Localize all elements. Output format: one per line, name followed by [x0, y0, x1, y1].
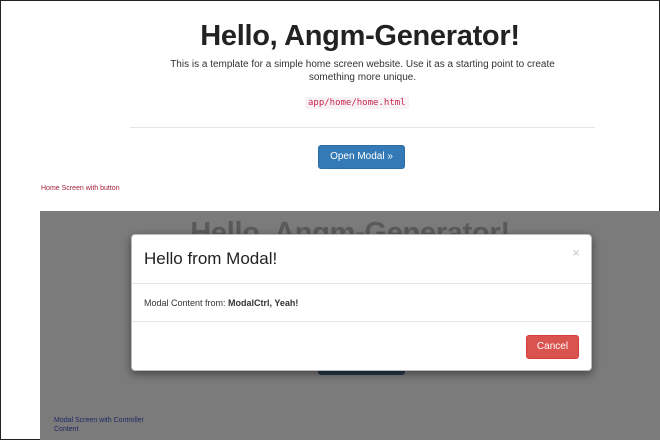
open-modal-button[interactable]: Open Modal » — [318, 145, 405, 169]
code-path: app/home/home.html — [305, 97, 409, 109]
home-screen: Hello, Angm-Generator! This is a templat… — [0, 0, 660, 210]
divider — [130, 127, 595, 128]
page-title: Hello, Angm-Generator! — [200, 20, 520, 52]
intro-text: This is a template for a simple home scr… — [170, 59, 555, 83]
modal-content-text: Modal Content from: ModalCtrl, Yeah! — [144, 298, 298, 308]
cancel-button[interactable]: Cancel — [526, 335, 579, 359]
modal-screen-caption: Modal Screen with Controller Content — [54, 417, 144, 433]
modal-footer: Cancel — [132, 322, 591, 372]
modal-content-label: Modal Content from: — [144, 298, 229, 308]
modal-controller-name: ModalCtrl, Yeah! — [228, 298, 299, 308]
close-icon[interactable]: × — [572, 246, 580, 259]
modal-dialog: Hello from Modal! × Modal Content from: … — [131, 234, 592, 371]
modal-header: Hello from Modal! × — [132, 235, 591, 284]
modal-title: Hello from Modal! — [144, 249, 278, 268]
home-screen-caption: Home Screen with button — [41, 185, 120, 192]
modal-body: Modal Content from: ModalCtrl, Yeah! — [132, 284, 591, 322]
